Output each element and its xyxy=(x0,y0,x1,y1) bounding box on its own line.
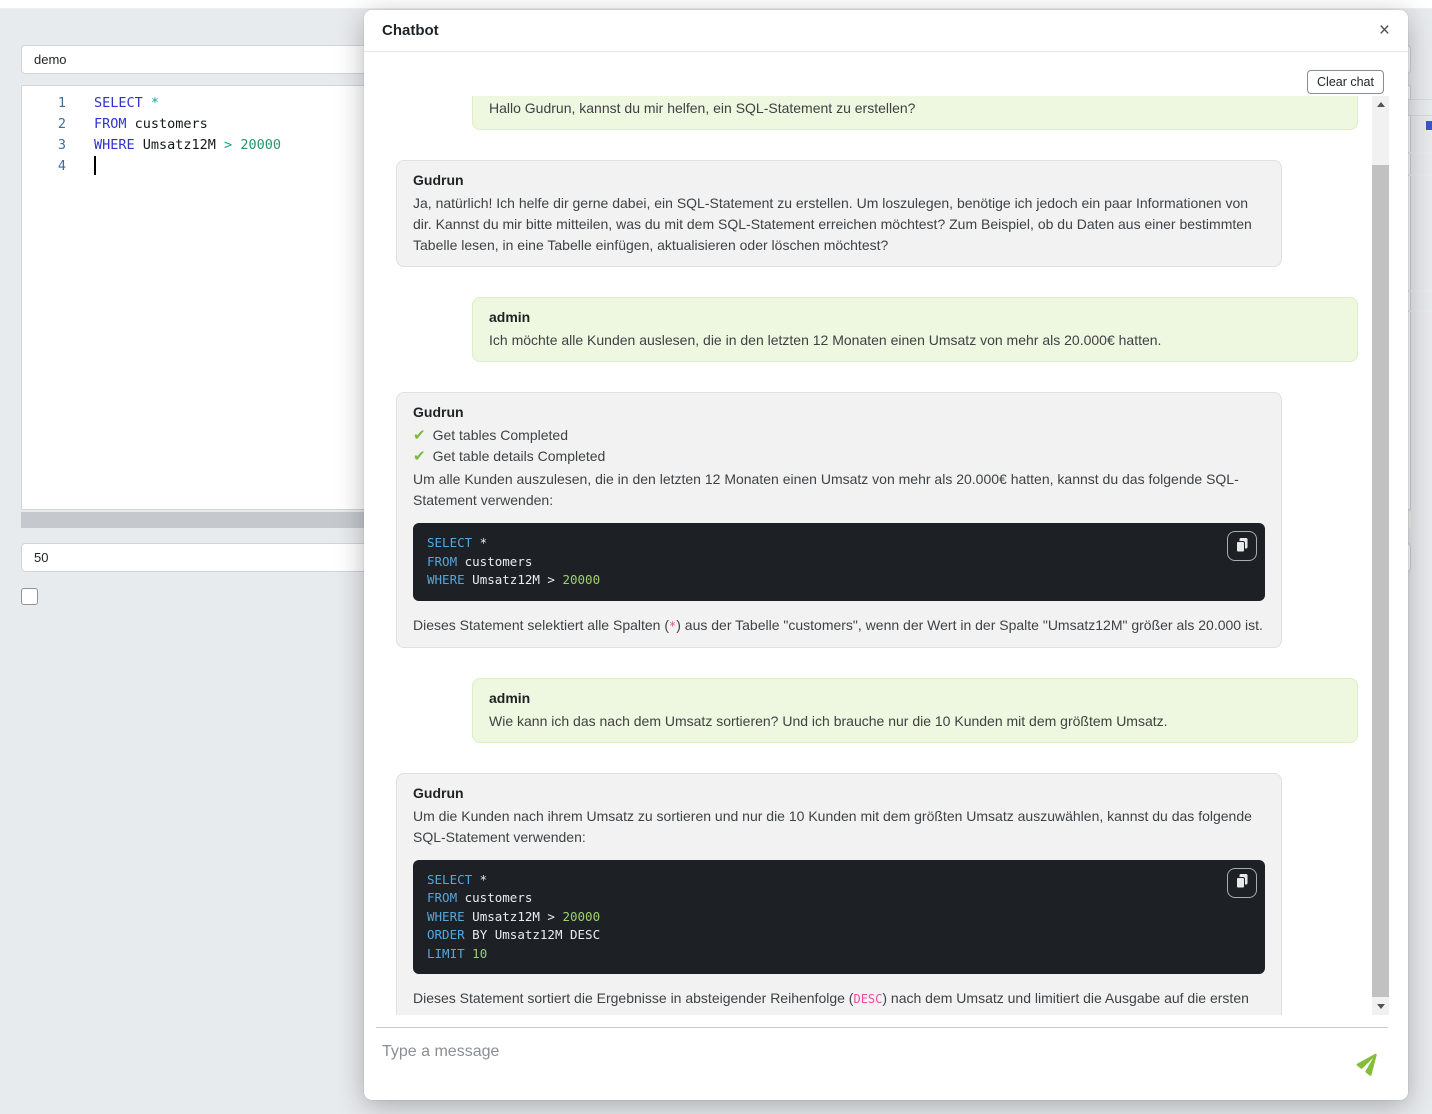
background-table-header xyxy=(1408,99,1432,116)
dialog-body: Clear chat admin Hallo Gudrun, kannst du… xyxy=(364,52,1408,1100)
chat-message-bot: Gudrun Ja, natürlich! Ich helfe dir gern… xyxy=(396,160,1358,267)
background-row-line xyxy=(1408,310,1432,312)
editor-code: FROM customers xyxy=(94,114,208,135)
message-author: admin xyxy=(489,688,1341,709)
message-explanation: Dieses Statement sortiert die Ergebnisse… xyxy=(413,988,1265,1015)
line-number: 4 xyxy=(22,156,66,177)
chat-input-row xyxy=(382,1035,1386,1097)
chat-message-list[interactable]: admin Hallo Gudrun, kannst du mir helfen… xyxy=(380,96,1372,1015)
chat-message-bot: Gudrun Um die Kunden nach ihrem Umsatz z… xyxy=(396,773,1358,1016)
bot-bubble: Gudrun Ja, natürlich! Ich helfe dir gern… xyxy=(396,160,1282,267)
bot-bubble: Gudrun ✔ Get tables Completed ✔ Get tabl… xyxy=(396,392,1282,648)
line-number: 3 xyxy=(22,135,66,156)
editor-code: WHERE Umsatz12M > 20000 xyxy=(94,135,281,156)
check-icon: ✔ xyxy=(413,449,426,464)
tool-step: ✔ Get table details Completed xyxy=(413,446,1265,467)
editor-code: SELECT * xyxy=(94,93,159,114)
message-text: Hallo Gudrun, kannst du mir helfen, ein … xyxy=(489,98,1341,119)
copy-icon xyxy=(1234,537,1250,556)
scrollbar-thumb[interactable] xyxy=(1372,165,1389,997)
dialog-title: Chatbot xyxy=(382,22,439,39)
tool-step-label: Get tables Completed xyxy=(433,425,568,446)
copy-icon xyxy=(1234,873,1250,892)
message-text: Um alle Kunden auszulesen, die in den le… xyxy=(413,469,1265,511)
user-bubble: admin Hallo Gudrun, kannst du mir helfen… xyxy=(472,96,1358,130)
message-text: Um die Kunden nach ihrem Umsatz zu sorti… xyxy=(413,806,1265,848)
paper-plane-icon xyxy=(1357,1063,1383,1078)
copy-code-button[interactable] xyxy=(1227,868,1257,898)
clear-chat-button[interactable]: Clear chat xyxy=(1307,70,1384,94)
sql-code-block: SELECT *FROM customersWHERE Umsatz12M > … xyxy=(413,860,1265,975)
tool-step-label: Get table details Completed xyxy=(433,446,606,467)
chat-scrollbar[interactable] xyxy=(1372,96,1389,1015)
chat-message-input[interactable] xyxy=(382,1035,1386,1087)
chat-message-user: admin Hallo Gudrun, kannst du mir helfen… xyxy=(396,96,1358,130)
message-author: admin xyxy=(489,307,1341,328)
tool-step: ✔ Get tables Completed xyxy=(413,425,1265,446)
message-text: Ich möchte alle Kunden auslesen, die in … xyxy=(489,330,1341,351)
message-text: Wie kann ich das nach dem Umsatz sortier… xyxy=(489,711,1341,732)
line-number: 2 xyxy=(22,114,66,135)
send-button[interactable] xyxy=(1356,1049,1384,1077)
close-icon[interactable]: × xyxy=(1379,21,1390,40)
chat-message-user: admin Ich möchte alle Kunden auslesen, d… xyxy=(396,297,1358,362)
sql-code-block: SELECT *FROM customersWHERE Umsatz12M > … xyxy=(413,523,1265,601)
background-glyph xyxy=(1426,121,1432,130)
background-row-line xyxy=(1408,174,1432,176)
message-author: Gudrun xyxy=(413,402,1265,423)
background-row-line xyxy=(1408,152,1432,154)
copy-code-button[interactable] xyxy=(1227,531,1257,561)
line-number: 1 xyxy=(22,93,66,114)
user-bubble: admin Ich möchte alle Kunden auslesen, d… xyxy=(472,297,1358,362)
scroll-down-arrow-icon[interactable] xyxy=(1372,998,1389,1015)
text-cursor xyxy=(94,156,96,175)
user-bubble: admin Wie kann ich das nach dem Umsatz s… xyxy=(472,678,1358,743)
background-row-line xyxy=(1408,290,1432,292)
bot-bubble: Gudrun Um die Kunden nach ihrem Umsatz z… xyxy=(396,773,1282,1016)
message-author: Gudrun xyxy=(413,170,1265,191)
input-divider xyxy=(376,1027,1388,1028)
option-checkbox[interactable] xyxy=(21,588,38,605)
chat-message-user: admin Wie kann ich das nach dem Umsatz s… xyxy=(396,678,1358,743)
top-strip xyxy=(0,0,1432,9)
chat-message-bot: Gudrun ✔ Get tables Completed ✔ Get tabl… xyxy=(396,392,1358,648)
dialog-header: Chatbot × xyxy=(364,10,1408,52)
message-explanation: Dieses Statement selektiert alle Spalten… xyxy=(413,615,1265,637)
message-author: Gudrun xyxy=(413,783,1265,804)
scroll-up-arrow-icon[interactable] xyxy=(1372,96,1389,113)
chatbot-dialog: Chatbot × Clear chat admin Hallo Gudrun,… xyxy=(364,10,1408,1100)
message-text: Ja, natürlich! Ich helfe dir gerne dabei… xyxy=(413,193,1265,256)
check-icon: ✔ xyxy=(413,428,426,443)
